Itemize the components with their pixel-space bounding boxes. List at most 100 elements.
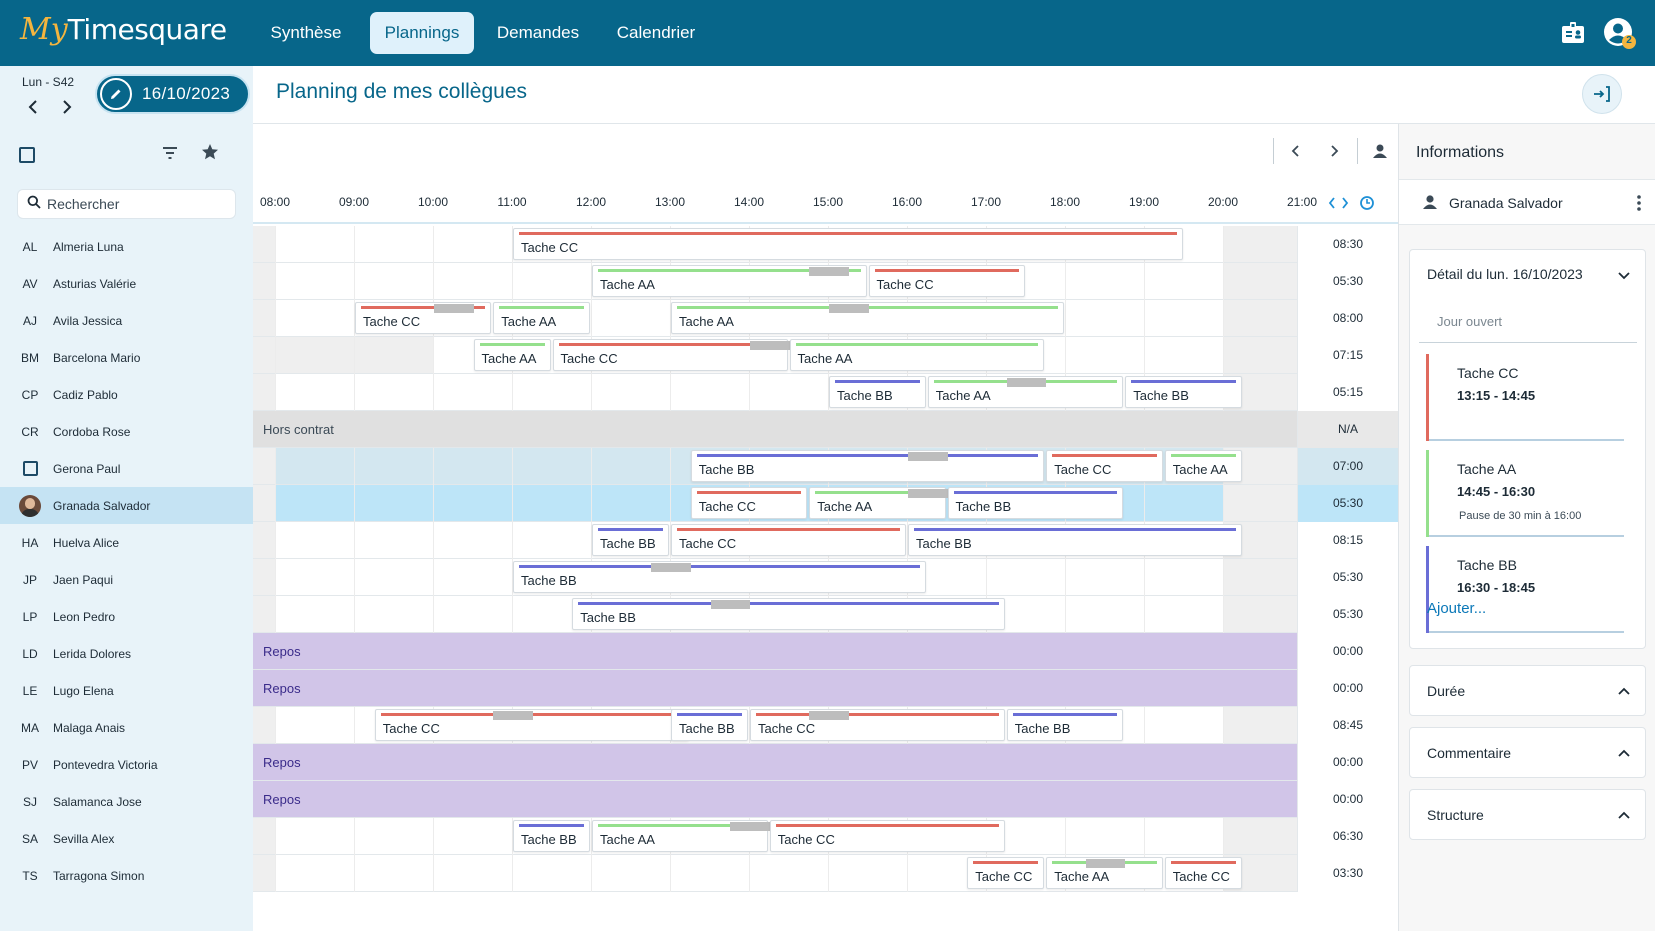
task-block[interactable]: Tache CC	[671, 524, 906, 556]
task-block[interactable]: Tache BB	[1006, 709, 1124, 741]
task-block[interactable]: Tache CC	[690, 487, 808, 519]
task-block[interactable]: Tache BB	[671, 709, 748, 741]
task-block[interactable]: Tache AA	[671, 302, 1064, 334]
day-detail-title[interactable]: Détail du lun. 16/10/2023	[1427, 266, 1583, 282]
task-block[interactable]: Tache AA	[789, 339, 1045, 371]
task-block[interactable]: Tache CC	[769, 820, 1005, 852]
timeline-previous-icon[interactable]	[1287, 142, 1305, 165]
task-block[interactable]: Tache BB	[1125, 376, 1242, 408]
timeline-next-icon[interactable]	[1325, 142, 1343, 165]
favorites-star-icon[interactable]	[200, 142, 220, 167]
employee-row[interactable]: Gerona Paul	[0, 450, 253, 487]
employee-row[interactable]: Granada Salvador	[0, 487, 253, 524]
employee-row[interactable]: SJ Salamanca Jose	[0, 783, 253, 820]
filter-icon[interactable]	[160, 143, 180, 168]
planning-row[interactable]: Repos 00:00	[253, 633, 1398, 670]
task-block[interactable]: Tache BB	[947, 487, 1124, 519]
detail-task-item[interactable]: Tache CC 13:15 - 14:45	[1426, 354, 1632, 441]
employee-row[interactable]: JP Jaen Paqui	[0, 561, 253, 598]
planning-row[interactable]: Tache BB 05:30	[253, 596, 1398, 633]
task-block[interactable]: Tache CC	[374, 709, 689, 741]
next-day-button[interactable]	[56, 97, 76, 117]
checkbox[interactable]	[22, 461, 38, 476]
task-block[interactable]: Tache AA	[473, 339, 551, 371]
detail-task-item[interactable]: Tache BB 16:30 - 18:45	[1426, 546, 1632, 633]
task-block[interactable]: Tache BB	[592, 524, 669, 556]
task-block[interactable]: Tache CC	[1164, 857, 1242, 889]
planning-row[interactable]: Repos 00:00	[253, 744, 1398, 781]
person-view-icon[interactable]	[1371, 142, 1389, 165]
scroll-hours-arrows-icon[interactable]	[1327, 195, 1351, 216]
employee-row[interactable]: TS Tarragona Simon	[0, 857, 253, 894]
employee-row[interactable]: LE Lugo Elena	[0, 672, 253, 709]
chevron-down-icon[interactable]	[1616, 267, 1632, 288]
planning-row[interactable]: Tache BB Tache AA Tache CC 06:30	[253, 818, 1398, 855]
planning-row[interactable]: Tache CC Tache AA Tache BB 05:30	[253, 485, 1398, 522]
planning-row[interactable]: Hors contrat N/A	[253, 411, 1398, 448]
employee-row[interactable]: AV Asturias Valérie	[0, 265, 253, 302]
task-block[interactable]: Tache CC	[552, 339, 790, 371]
task-block[interactable]: Tache BB	[908, 524, 1242, 556]
add-task-link[interactable]: Ajouter...	[1427, 600, 1486, 617]
current-time-clock-icon[interactable]	[1359, 195, 1375, 216]
more-options-icon[interactable]	[1635, 193, 1643, 218]
employee-row[interactable]: LD Lerida Dolores	[0, 635, 253, 672]
task-block[interactable]: Tache AA	[927, 376, 1124, 408]
select-all-checkbox[interactable]	[19, 147, 35, 163]
task-block[interactable]: Tache CC	[1046, 450, 1163, 482]
chevron-up-icon[interactable]	[1616, 745, 1632, 766]
planning-row[interactable]: Tache AA Tache CC Tache AA 07:15	[253, 337, 1398, 374]
task-block[interactable]: Tache AA	[1046, 857, 1163, 889]
nav-tab-demandes[interactable]: Demandes	[490, 12, 586, 54]
task-block[interactable]: Tache CC	[750, 709, 1005, 741]
task-block[interactable]: Tache CC	[513, 228, 1183, 260]
employee-row[interactable]: HA Huelva Alice	[0, 524, 253, 561]
nav-tab-plannings[interactable]: Plannings	[370, 12, 474, 54]
chevron-up-icon[interactable]	[1616, 807, 1632, 828]
employee-row[interactable]: PV Pontevedra Victoria	[0, 746, 253, 783]
planning-row[interactable]: Tache BB Tache CC Tache BB 08:15	[253, 522, 1398, 559]
planning-row[interactable]: Tache BB 05:30	[253, 559, 1398, 596]
structure-section[interactable]: Structure	[1409, 789, 1646, 840]
task-block[interactable]: Tache AA	[1164, 450, 1242, 482]
comment-section[interactable]: Commentaire	[1409, 727, 1646, 778]
badge-id-icon[interactable]	[1558, 18, 1588, 48]
app-logo[interactable]: My Timesquare	[20, 12, 227, 52]
employee-checkbox[interactable]	[19, 457, 41, 481]
task-block[interactable]: Tache CC	[868, 265, 1025, 297]
task-block[interactable]: Tache AA	[809, 487, 948, 519]
employee-row[interactable]: MA Malaga Anais	[0, 709, 253, 746]
task-block[interactable]: Tache AA	[592, 265, 867, 297]
date-picker-button[interactable]: 16/10/2023	[95, 74, 250, 114]
duration-section[interactable]: Durée	[1409, 665, 1646, 716]
employee-row[interactable]: AL Almeria Luna	[0, 228, 253, 265]
detail-task-item[interactable]: Tache AA 14:45 - 16:30 Pause de 30 min à 1…	[1426, 450, 1632, 537]
employee-row[interactable]: CR Cordoba Rose	[0, 413, 253, 450]
task-block[interactable]: Tache BB	[513, 561, 926, 593]
previous-day-button[interactable]	[24, 97, 44, 117]
search-box[interactable]	[17, 189, 236, 219]
task-block[interactable]: Tache BB	[513, 820, 590, 852]
planning-row[interactable]: Tache BB Tache AA Tache BB 05:15	[253, 374, 1398, 411]
planning-row[interactable]: Tache CC Tache AA Tache AA 08:00	[253, 300, 1398, 337]
employee-row[interactable]: LP Leon Pedro	[0, 598, 253, 635]
collapse-panel-button[interactable]	[1582, 74, 1622, 114]
nav-tab-synthese[interactable]: Synthèse	[262, 12, 350, 54]
task-block[interactable]: Tache BB	[690, 450, 1045, 482]
chevron-up-icon[interactable]	[1616, 683, 1632, 704]
planning-row[interactable]: Tache BB Tache CC Tache AA 07:00	[253, 448, 1398, 485]
planning-row[interactable]: Repos 00:00	[253, 670, 1398, 707]
employee-row[interactable]: SA Sevilla Alex	[0, 820, 253, 857]
task-block[interactable]: Tache BB	[829, 376, 926, 408]
employee-row[interactable]: AJ Avila Jessica	[0, 302, 253, 339]
task-block[interactable]: Tache CC	[355, 302, 492, 334]
search-input[interactable]	[47, 196, 227, 212]
employee-row[interactable]: CP Cadiz Pablo	[0, 376, 253, 413]
nav-tab-calendrier[interactable]: Calendrier	[608, 12, 704, 54]
task-block[interactable]: Tache AA	[592, 820, 770, 852]
planning-row[interactable]: Tache CC 08:30	[253, 226, 1398, 263]
planning-row[interactable]: Tache CC Tache AA Tache CC 03:30	[253, 855, 1398, 892]
task-block[interactable]: Tache BB	[572, 598, 1005, 630]
user-account-icon[interactable]: 2	[1603, 16, 1637, 50]
task-block[interactable]: Tache CC	[967, 857, 1045, 889]
